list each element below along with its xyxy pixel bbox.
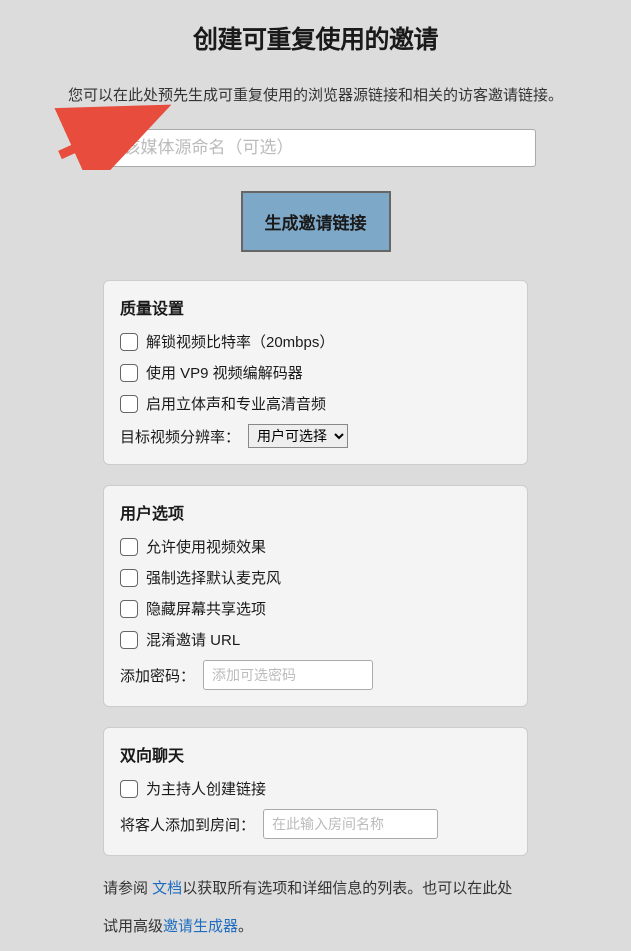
quality-title: 质量设置 — [120, 295, 511, 319]
room-label: 将客人添加到房间： — [120, 814, 255, 835]
resolution-row: 目标视频分辨率： 用户可选择 — [120, 424, 511, 448]
host-link-checkbox[interactable] — [120, 780, 138, 798]
stereo-row: 启用立体声和专业高清音频 — [120, 393, 511, 414]
chat-title: 双向聊天 — [120, 742, 511, 766]
page-subtitle: 您可以在此处预先生成可重复使用的浏览器源链接和相关的访客邀请链接。 — [68, 84, 563, 105]
host-link-row: 为主持人创建链接 — [120, 778, 511, 799]
force-mic-row: 强制选择默认麦克风 — [120, 567, 511, 588]
allow-effects-row: 允许使用视频效果 — [120, 536, 511, 557]
docs-link[interactable]: 文档 — [152, 880, 182, 897]
password-label: 添加密码： — [120, 665, 195, 686]
invite-generator-link[interactable]: 邀请生成器 — [163, 918, 238, 935]
hide-screen-row: 隐藏屏幕共享选项 — [120, 598, 511, 619]
unlock-bitrate-checkbox[interactable] — [120, 333, 138, 351]
stereo-checkbox[interactable] — [120, 395, 138, 413]
stereo-label: 启用立体声和专业高清音频 — [146, 393, 326, 414]
resolution-select[interactable]: 用户可选择 — [248, 424, 348, 448]
password-input[interactable] — [203, 660, 373, 690]
hide-screen-checkbox[interactable] — [120, 600, 138, 618]
host-link-label: 为主持人创建链接 — [146, 778, 266, 799]
unlock-bitrate-row: 解锁视频比特率（20mbps） — [120, 331, 511, 352]
force-mic-label: 强制选择默认麦克风 — [146, 567, 281, 588]
vp9-checkbox[interactable] — [120, 364, 138, 382]
obfuscate-checkbox[interactable] — [120, 631, 138, 649]
room-input[interactable] — [263, 809, 438, 839]
resolution-label: 目标视频分辨率： — [120, 426, 240, 447]
page-title: 创建可重复使用的邀请 — [193, 20, 438, 56]
footer-text-2: 试用高级邀请生成器。 — [103, 914, 528, 940]
quality-settings-card: 质量设置 解锁视频比特率（20mbps） 使用 VP9 视频编解码器 启用立体声… — [103, 280, 528, 465]
unlock-bitrate-label: 解锁视频比特率（20mbps） — [146, 331, 334, 352]
allow-effects-checkbox[interactable] — [120, 538, 138, 556]
generate-invite-button[interactable]: 生成邀请链接 — [241, 191, 391, 252]
obfuscate-row: 混淆邀请 URL — [120, 629, 511, 650]
source-name-input[interactable] — [96, 129, 536, 167]
hide-screen-label: 隐藏屏幕共享选项 — [146, 598, 266, 619]
obfuscate-label: 混淆邀请 URL — [146, 629, 240, 650]
password-row: 添加密码： — [120, 660, 511, 690]
vp9-row: 使用 VP9 视频编解码器 — [120, 362, 511, 383]
room-row: 将客人添加到房间： — [120, 809, 511, 839]
user-options-card: 用户选项 允许使用视频效果 强制选择默认麦克风 隐藏屏幕共享选项 混淆邀请 UR… — [103, 485, 528, 707]
allow-effects-label: 允许使用视频效果 — [146, 536, 266, 557]
footer-text-1: 请参阅 文档以获取所有选项和详细信息的列表。也可以在此处 — [103, 876, 528, 902]
vp9-label: 使用 VP9 视频编解码器 — [146, 362, 303, 383]
user-options-title: 用户选项 — [120, 500, 511, 524]
force-mic-checkbox[interactable] — [120, 569, 138, 587]
chat-card: 双向聊天 为主持人创建链接 将客人添加到房间： — [103, 727, 528, 856]
